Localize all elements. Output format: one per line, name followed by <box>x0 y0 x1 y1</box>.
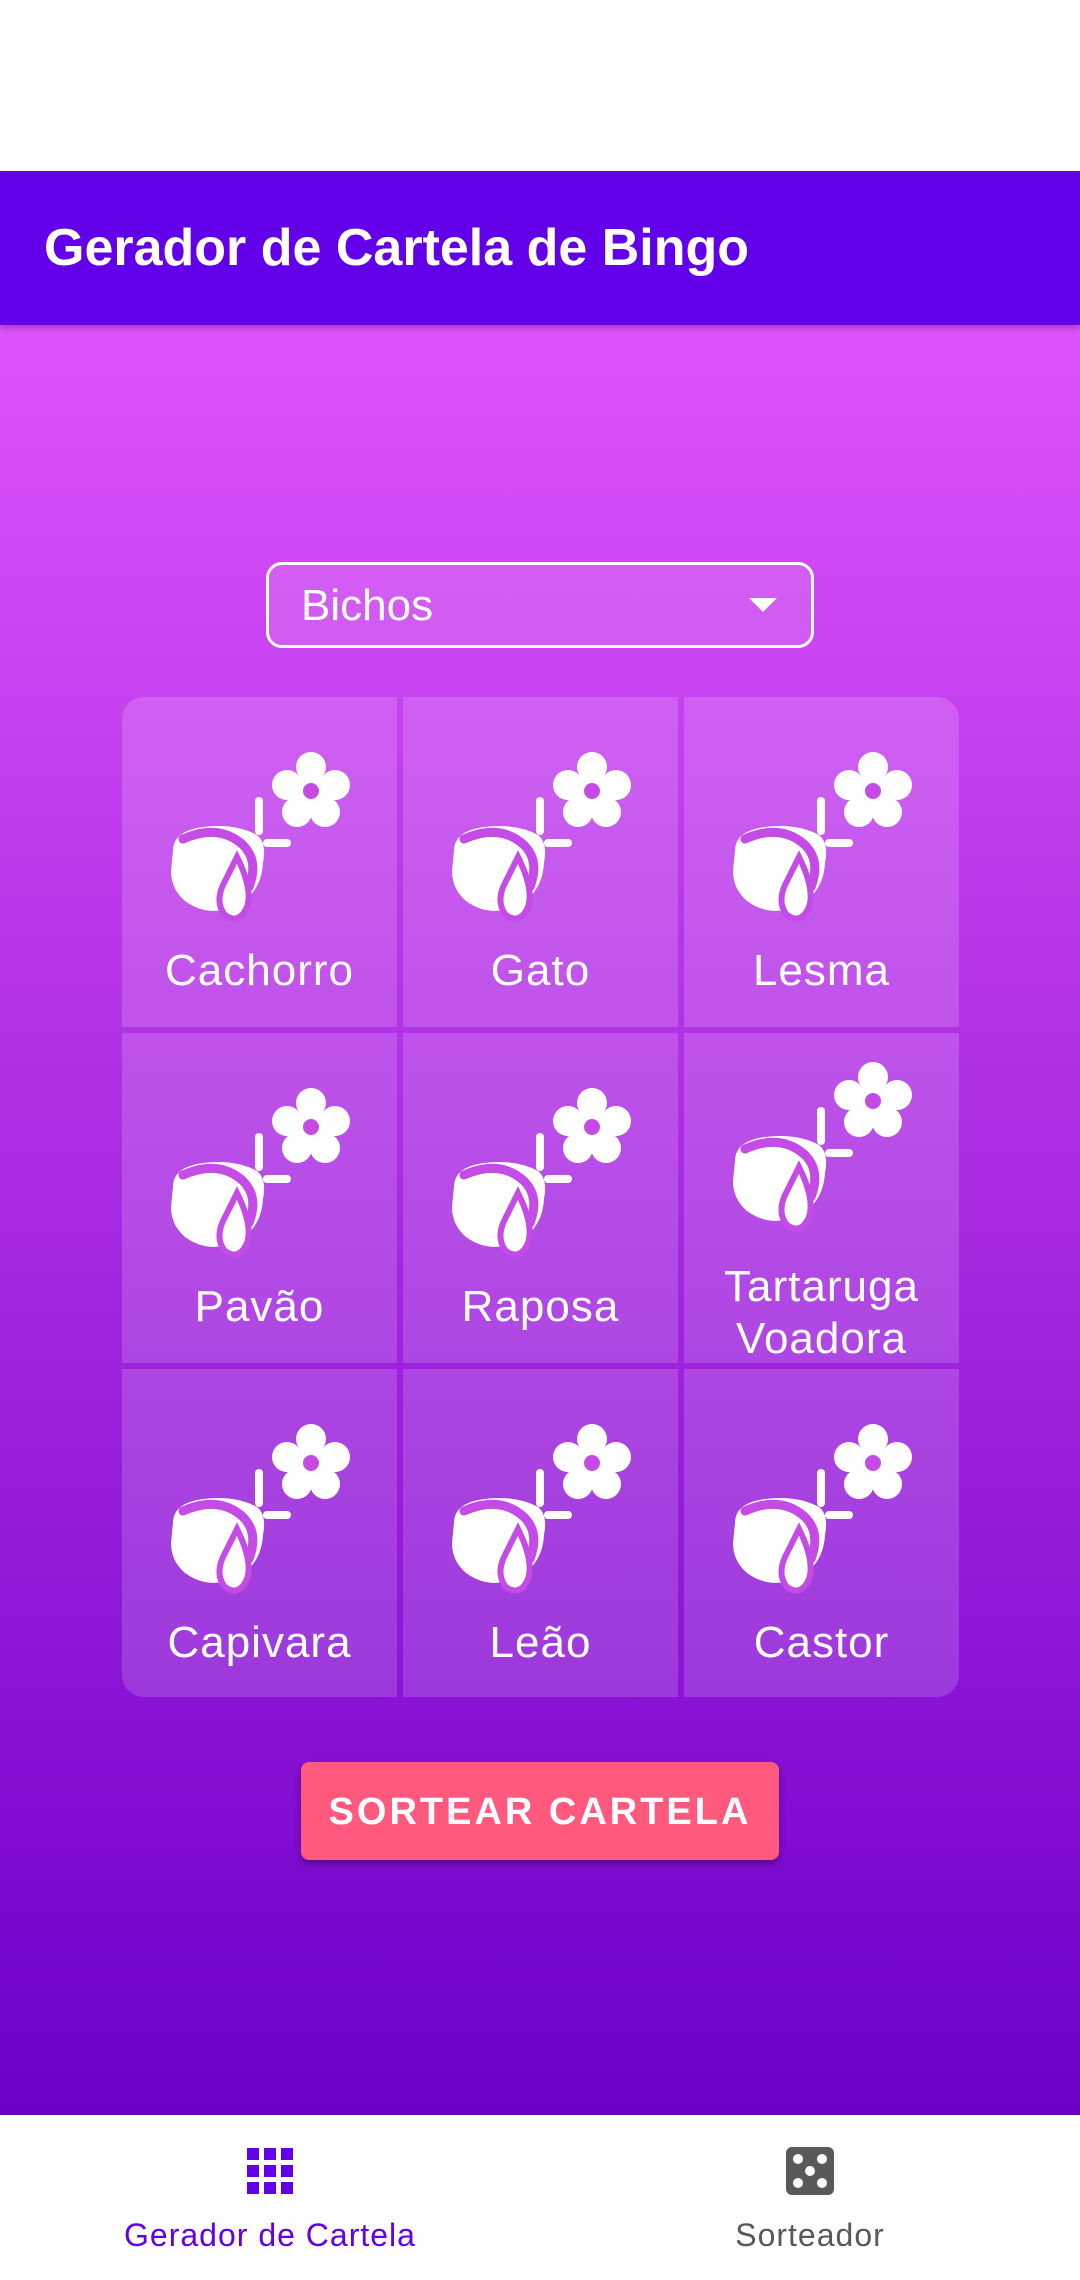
flower-teapot-icon <box>444 1075 634 1265</box>
app-bar: Gerador de Cartela de Bingo <box>0 171 1080 325</box>
status-bar <box>0 0 1080 171</box>
flower-teapot-icon <box>163 1075 353 1265</box>
grid-cell[interactable]: Lesma <box>684 697 959 1027</box>
grid-cell[interactable]: Cachorro <box>122 697 397 1027</box>
main-content: Bichos Cachorro Gato Lesma Pavão Raposa … <box>0 325 1080 2115</box>
grid-cell[interactable]: Capivara <box>122 1369 397 1697</box>
dice-icon <box>786 2147 834 2195</box>
nav-item-card-generator[interactable]: Gerador de Cartela <box>0 2115 540 2280</box>
cell-label: Tartaruga Voadora <box>724 1262 919 1363</box>
cell-label: Lesma <box>752 946 891 995</box>
grid-cell[interactable]: Leão <box>403 1369 678 1697</box>
grid-icon <box>247 2148 293 2194</box>
flower-teapot-icon <box>444 739 634 929</box>
cell-label: Cachorro <box>165 946 354 995</box>
grid-cell[interactable]: Pavão <box>122 1033 397 1363</box>
flower-teapot-icon <box>725 1411 915 1601</box>
flower-teapot-icon <box>163 739 353 929</box>
grid-cell[interactable]: Tartaruga Voadora <box>684 1033 959 1363</box>
flower-teapot-icon <box>725 739 915 929</box>
app-title: Gerador de Cartela de Bingo <box>44 219 750 277</box>
cell-label: Pavão <box>194 1282 325 1331</box>
flower-teapot-icon <box>444 1411 634 1601</box>
flower-teapot-icon <box>725 1049 915 1239</box>
cell-label: Leão <box>489 1618 592 1667</box>
nav-item-draw[interactable]: Sorteador <box>540 2115 1080 2280</box>
draw-card-button[interactable]: SORTEAR CARTELA <box>301 1762 779 1860</box>
grid-cell[interactable]: Raposa <box>403 1033 678 1363</box>
nav-label: Gerador de Cartela <box>124 2217 416 2253</box>
category-dropdown[interactable]: Bichos <box>266 562 814 648</box>
grid-cell[interactable]: Castor <box>684 1369 959 1697</box>
flower-teapot-icon <box>163 1411 353 1601</box>
dropdown-selected-value: Bichos <box>301 581 434 630</box>
bingo-card-grid: Cachorro Gato Lesma Pavão Raposa Tartaru… <box>122 697 959 1697</box>
grid-cell[interactable]: Gato <box>403 697 678 1027</box>
bottom-navigation: Gerador de Cartela Sorteador <box>0 2115 1080 2280</box>
cell-label: Raposa <box>461 1282 620 1331</box>
cell-label: Capivara <box>167 1618 352 1667</box>
cell-label: Castor <box>753 1618 890 1667</box>
dropdown-arrow-icon <box>749 598 777 612</box>
cell-label: Gato <box>490 946 591 995</box>
nav-label: Sorteador <box>735 2217 885 2253</box>
